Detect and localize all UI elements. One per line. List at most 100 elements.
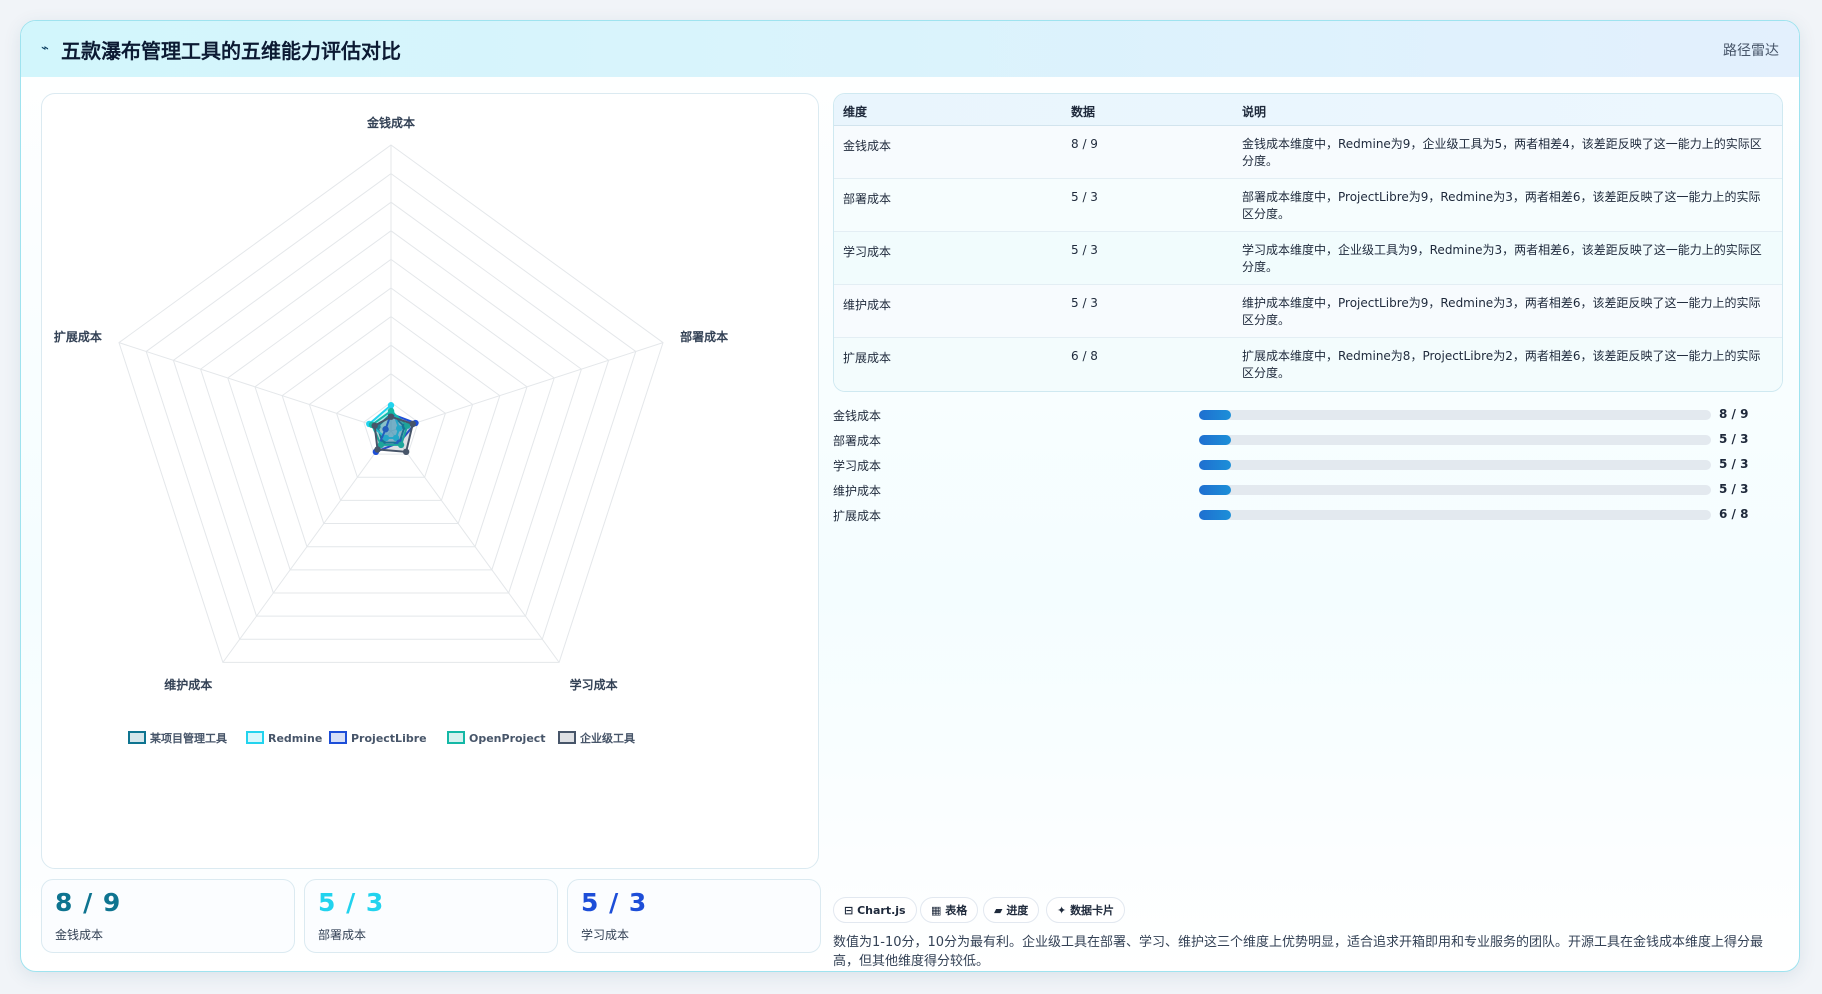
progress-icon: ▰ <box>994 903 1003 917</box>
radar-data-point[interactable] <box>371 422 378 429</box>
radar-wave-icon: ⌁ <box>41 41 49 56</box>
chip-progress[interactable]: ▰ 进度 <box>983 897 1040 923</box>
progress-fill <box>1199 410 1231 420</box>
legend-swatch[interactable] <box>128 731 146 744</box>
radar-data-point[interactable] <box>374 446 381 453</box>
progress-label: 维护成本 <box>833 484 882 498</box>
table-cell: 5 / 3 <box>1071 243 1098 257</box>
progress-row: 部署成本 5 / 3 <box>833 430 1783 450</box>
stat-value: 5 / 3 <box>581 888 648 917</box>
radar-chart-panel: 金钱成本部署成本学习成本 维护成本 扩展成本某项目管理工具 Redmine Projec… <box>41 93 819 869</box>
radar-axis-line <box>390 342 664 432</box>
progress-track <box>1199 510 1711 520</box>
stat-label: 学习成本 <box>581 928 630 942</box>
chip-table[interactable]: ▦ 表格 <box>920 897 979 923</box>
stat-label: 部署成本 <box>318 928 367 942</box>
progress-fill <box>1199 460 1231 470</box>
card-icon: ✦ <box>1057 903 1067 917</box>
progress-track <box>1199 485 1711 495</box>
table-row: 学习成本 5 / 3 学习成本维度中，企业级工具为9，Redmine为3，两者相… <box>834 232 1782 285</box>
data-table: 维度 数据 说明 金钱成本 8 / 9 金钱成本维度中，Redmine为9，企业… <box>833 93 1783 392</box>
progress-row: 维护成本 5 / 3 <box>833 480 1783 500</box>
progress-track <box>1199 460 1711 470</box>
table-row: 部署成本 5 / 3 部署成本维度中，ProjectLibre为9，Redmin… <box>834 179 1782 232</box>
stat-label: 金钱成本 <box>55 928 104 942</box>
progress-label: 金钱成本 <box>833 409 882 423</box>
radar-axis-label: 扩展成本 <box>54 329 102 344</box>
legend-swatch[interactable] <box>447 731 465 744</box>
table-cell: 8 / 9 <box>1071 137 1098 151</box>
radar-axis-line <box>118 342 392 432</box>
chip-data-card[interactable]: ✦ 数据卡片 <box>1046 897 1126 923</box>
stat-card-deploy: 5 / 3 部署成本 <box>304 879 558 953</box>
legend-label[interactable]: 企业级工具 <box>579 731 635 745</box>
radar-axis-label: 金钱成本 <box>366 115 415 130</box>
progress-row: 扩展成本 6 / 8 <box>833 505 1783 525</box>
progress-value: 5 / 3 <box>1719 432 1749 446</box>
progress-row: 学习成本 5 / 3 <box>833 455 1783 475</box>
radar-data-point[interactable] <box>387 413 395 420</box>
radar-data-point[interactable] <box>402 448 410 456</box>
column-header: 说明 <box>1242 105 1267 119</box>
legend-swatch[interactable] <box>246 731 264 744</box>
stat-value: 5 / 3 <box>318 888 385 917</box>
table-cell: 6 / 8 <box>1071 349 1098 363</box>
radar-data-point[interactable] <box>387 407 395 415</box>
progress-value: 5 / 3 <box>1719 457 1749 471</box>
table-cell: 金钱成本维度中，Redmine为9，企业级工具为5，两者相差4，该差距反映了这一… <box>1242 137 1762 168</box>
radar-data-point[interactable] <box>387 402 395 409</box>
chip-label: 数据卡片 <box>1070 904 1115 917</box>
legend-label[interactable]: 某项目管理工具 <box>149 731 227 745</box>
chip-chartjs[interactable]: ⊟ Chart.js <box>833 897 917 923</box>
stat-value: 8 / 9 <box>55 888 122 917</box>
table-row: 扩展成本 6 / 8 扩展成本维度中，Redmine为8，ProjectLibr… <box>834 338 1782 391</box>
progress-label: 部署成本 <box>833 434 882 448</box>
table-cell: 扩展成本 <box>843 351 892 365</box>
radar-axis-label: 维护成本 <box>164 677 212 692</box>
progress-value: 5 / 3 <box>1719 482 1749 496</box>
grid-icon: ▦ <box>931 903 942 917</box>
table-cell: 5 / 3 <box>1071 190 1098 204</box>
progress-track <box>1199 435 1711 445</box>
table-row: 维护成本 5 / 3 维护成本维度中，ProjectLibre为9，Redmin… <box>834 285 1782 338</box>
radar-series-polygon <box>373 415 414 453</box>
radar-axis-label: 学习成本 <box>570 677 618 692</box>
progress-fill <box>1199 485 1231 495</box>
table-cell: 学习成本维度中，企业级工具为9，Redmine为3，两者相差6，该差距反映了这一… <box>1242 243 1762 274</box>
legend-label[interactable]: ProjectLibre <box>351 732 427 745</box>
table-cell: 部署成本维度中，ProjectLibre为9，Redmine为3，两者相差6，该… <box>1242 190 1761 221</box>
legend-label[interactable]: OpenProject <box>469 732 546 745</box>
chip-label: Chart.js <box>857 903 906 917</box>
progress-fill <box>1199 510 1231 520</box>
stat-card-learning: 5 / 3 学习成本 <box>567 879 821 953</box>
radar-data-point[interactable] <box>409 420 416 428</box>
table-header-row: 维度 数据 说明 <box>834 94 1782 126</box>
progress-label: 学习成本 <box>833 459 882 473</box>
stat-card-money: 8 / 9 金钱成本 <box>41 879 295 953</box>
table-cell: 维护成本 <box>843 298 892 312</box>
table-cell: 维护成本维度中，ProjectLibre为9，Redmine为3，两者相差6，该… <box>1242 296 1761 327</box>
chip-label: 表格 <box>945 904 968 917</box>
progress-track <box>1199 410 1711 420</box>
table-cell: 5 / 3 <box>1071 296 1098 310</box>
dashboard-card: ⌁ 五款瀑布管理工具的五维能力评估对比 路径雷达 金钱成本 部署成本 学习成本 维护成… <box>20 20 1800 972</box>
table-row: 金钱成本 8 / 9 金钱成本维度中，Redmine为9，企业级工具为5，两者相… <box>834 126 1782 179</box>
progress-label: 扩展成本 <box>833 509 882 523</box>
legend-label[interactable]: Redmine <box>268 732 322 745</box>
chip-label: 进度 <box>1006 904 1029 917</box>
column-header: 维度 <box>843 105 868 119</box>
table-cell: 部署成本 <box>843 192 892 206</box>
page-title: 五款瀑布管理工具的五维能力评估对比 <box>61 39 401 63</box>
table-cell: 扩展成本维度中，Redmine为8，ProjectLibre为2，两者相差6，该… <box>1242 349 1761 380</box>
radar-chart: 金钱成本部署成本学习成本 维护成本 扩展成本某项目管理工具 Redmine Projec… <box>54 115 728 745</box>
card-header: ⌁ 五款瀑布管理工具的五维能力评估对比 路径雷达 <box>21 21 1799 77</box>
table-cell: 金钱成本 <box>843 139 892 153</box>
legend-swatch[interactable] <box>558 731 576 744</box>
summary-note: 数值为1-10分，10分为最有利。企业级工具在部署、学习、维护这三个维度上优势明… <box>833 935 1764 969</box>
chart-type-tag: 路径雷达 <box>1723 43 1779 59</box>
progress-row: 金钱成本 8 / 9 <box>833 405 1783 425</box>
progress-value: 8 / 9 <box>1719 407 1749 421</box>
legend-swatch[interactable] <box>329 731 347 744</box>
table-icon: ⊟ <box>844 903 854 917</box>
radar-axis-label: 部署成本 <box>680 329 728 344</box>
